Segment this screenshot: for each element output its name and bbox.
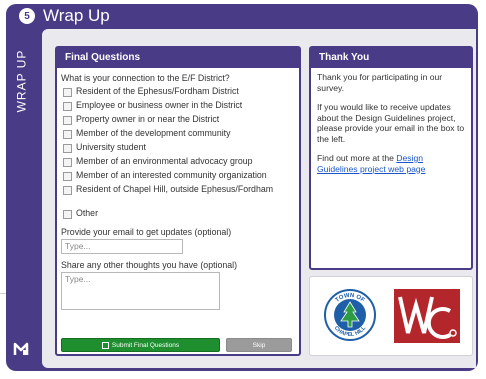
option-employee-business-owner[interactable]: Employee or business owner in the Distri… [61, 99, 299, 113]
thoughts-label: Share any other thoughts you have (optio… [61, 260, 238, 270]
checkbox[interactable] [63, 186, 72, 195]
final-questions-title: Final Questions [57, 48, 299, 68]
sidebar-label: WRAP UP [14, 49, 29, 113]
thank-you-body: Thank you for participating in our surve… [311, 68, 471, 174]
option-label: Member of an environmental advocacy grou… [76, 156, 253, 166]
option-university-student[interactable]: University student [61, 141, 299, 155]
option-property-owner[interactable]: Property owner in or near the District [61, 113, 299, 127]
option-label: Other [76, 208, 99, 218]
checkbox[interactable] [63, 88, 72, 97]
page-header: 5 Wrap Up [6, 4, 110, 28]
checkbox[interactable] [63, 144, 72, 153]
option-chapel-hill-resident[interactable]: Resident of Chapel Hill, outside Ephesus… [61, 183, 299, 207]
page-title: Wrap Up [43, 6, 110, 25]
thoughts-textarea[interactable]: Type... [61, 272, 220, 310]
option-environmental-group[interactable]: Member of an environmental advocacy grou… [61, 155, 299, 169]
option-resident-district[interactable]: Resident of the Ephesus/Fordham District [61, 85, 299, 99]
option-development-community[interactable]: Member of the development community [61, 127, 299, 141]
more-info-text: Find out more at the Design Guidelines p… [317, 153, 465, 174]
skip-button[interactable]: Skip [226, 338, 292, 352]
app-logo-icon [13, 341, 30, 358]
updates-text: If you would like to receive updates abo… [317, 102, 465, 144]
submit-button-label: Submit Final Questions [111, 341, 180, 349]
option-label: Property owner in or near the District [76, 114, 220, 124]
questions-form: What is your connection to the E/F Distr… [57, 68, 299, 310]
checkbox[interactable] [63, 158, 72, 167]
thank-you-text: Thank you for participating in our surve… [317, 72, 443, 93]
step-number-badge: 5 [19, 8, 35, 24]
option-label: Resident of Chapel Hill, outside Ephesus… [76, 184, 274, 194]
wc-logo [394, 289, 460, 343]
checkbox[interactable] [63, 102, 72, 111]
final-questions-panel: Final Questions What is your connection … [55, 46, 301, 356]
option-label: Member of the development community [76, 128, 231, 138]
option-label: Resident of the Ephesus/Fordham District [76, 86, 239, 96]
option-label: Employee or business owner in the Distri… [76, 100, 243, 110]
checkbox[interactable] [63, 172, 72, 181]
thank-you-title: Thank You [311, 48, 471, 68]
checkbox[interactable] [63, 130, 72, 139]
option-other[interactable]: Other [61, 207, 299, 221]
option-community-organization[interactable]: Member of an interested community organi… [61, 169, 299, 183]
more-info-prefix: Find out more at the [317, 153, 397, 163]
checkbox[interactable] [63, 210, 72, 219]
connection-question: What is your connection to the E/F Distr… [61, 73, 230, 83]
email-input[interactable]: Type... [61, 239, 183, 254]
option-label: University student [76, 142, 146, 152]
option-label: Member of an interested community organi… [76, 170, 267, 180]
save-icon [101, 341, 109, 349]
submit-button[interactable]: Submit Final Questions [61, 338, 220, 352]
sidebar-tab-wrap-up[interactable]: WRAP UP [6, 36, 36, 126]
town-of-chapel-hill-logo: TOWN OF CHAPEL HILL [324, 289, 376, 341]
skip-button-label: Skip [252, 341, 266, 349]
checkbox[interactable] [63, 116, 72, 125]
email-label: Provide your email to get updates (optio… [61, 227, 232, 237]
thank-you-panel: Thank You Thank you for participating in… [309, 46, 473, 270]
logos-panel: TOWN OF CHAPEL HILL [309, 276, 473, 356]
